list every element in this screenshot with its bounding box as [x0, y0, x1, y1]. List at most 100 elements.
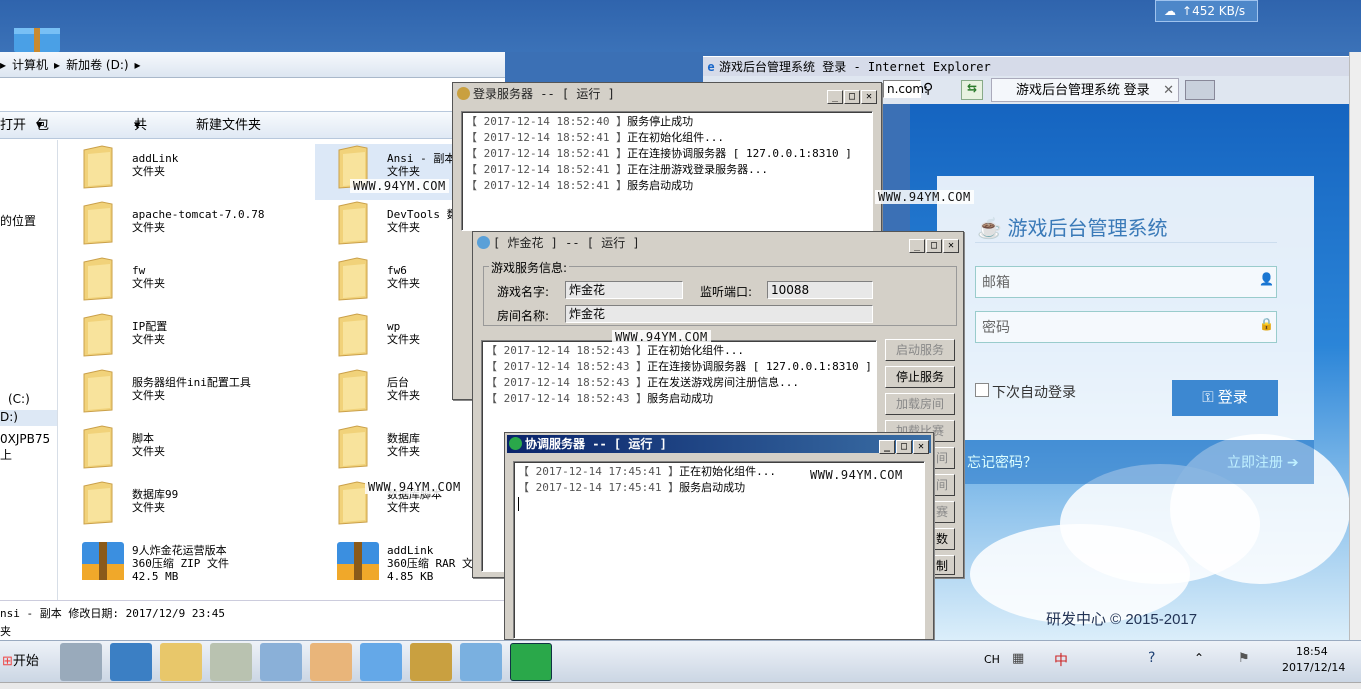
keyboard-icon[interactable]: ▦: [1012, 651, 1024, 666]
close-button[interactable]: ✕: [861, 90, 877, 104]
taskbar-login-server-icon[interactable]: [410, 643, 452, 681]
taskbar-server-manager-icon[interactable]: [60, 643, 102, 681]
ime-mode[interactable]: 中: [1054, 650, 1068, 670]
open-button[interactable]: 打开: [0, 112, 26, 138]
taskbar-ie-icon[interactable]: [360, 643, 402, 681]
refresh-icon[interactable]: ⇆: [961, 80, 983, 100]
log-line: 【 2017-12-14 18:52:41 】正在注册游戏登录服务器...: [466, 162, 868, 178]
login-button[interactable]: ⚿ 登录: [1172, 380, 1278, 416]
file-item[interactable]: fw 文件夹: [60, 256, 290, 312]
file-name: Ansi - 副本: [387, 152, 456, 165]
clock-time[interactable]: 18:54: [1296, 645, 1328, 658]
nav-item-drive-d[interactable]: D:): [0, 410, 57, 426]
share-button[interactable]: 共享 ▾: [134, 112, 147, 158]
taskbar-archive-icon[interactable]: [260, 643, 302, 681]
file-item[interactable]: 服务器组件ini配置工具 文件夹: [60, 368, 290, 424]
ie-titlebar[interactable]: e 游戏后台管理系统 登录 - Internet Explorer: [703, 56, 1349, 76]
file-type: 文件夹: [132, 501, 165, 514]
log-line: 【 2017-12-14 18:52:40 】服务停止成功: [466, 114, 868, 130]
email-input[interactable]: 邮箱: [975, 266, 1277, 298]
register-link[interactable]: 立即注册 ➔: [1227, 440, 1299, 484]
taskbar-powershell-icon[interactable]: [110, 643, 152, 681]
port-field[interactable]: 10088: [767, 281, 873, 299]
log-line: 【 2017-12-14 18:52:41 】正在初始化组件...: [466, 130, 868, 146]
maximize-button[interactable]: □: [844, 90, 860, 104]
file-size: 4.85 KB: [387, 570, 434, 583]
ie-title-text: 游戏后台管理系统 登录 - Internet Explorer: [719, 60, 991, 74]
port-label: 监听端口:: [700, 285, 753, 299]
netspeed-widget[interactable]: ☁ ↑452 KB/s: [1155, 0, 1258, 22]
file-item[interactable]: 脚本 文件夹: [60, 424, 290, 480]
close-button[interactable]: ✕: [913, 440, 929, 454]
coord-server-titlebar[interactable]: 协调服务器 -- [ 运行 ] _ □ ✕: [507, 435, 931, 454]
minimize-button[interactable]: _: [909, 239, 925, 253]
room-field[interactable]: 炸金花: [565, 305, 873, 323]
language-indicator[interactable]: CH: [984, 653, 1000, 666]
breadcrumb-sep: ▸: [54, 58, 61, 72]
page-scrollbar[interactable]: [1349, 52, 1361, 648]
file-type: 文件夹: [387, 445, 420, 458]
coord-server-log[interactable]: 【 2017-12-14 17:45:41 】正在初始化组件... 【 2017-…: [513, 461, 925, 639]
breadcrumb-drive[interactable]: 新加卷 (D:): [66, 58, 128, 72]
breadcrumb-computer[interactable]: 计算机: [12, 58, 48, 72]
taskbar-coord-server-icon[interactable]: [510, 643, 552, 681]
maximize-button[interactable]: □: [896, 440, 912, 454]
load-room-button[interactable]: 加载房间: [885, 393, 955, 415]
desktop-archive-icon[interactable]: [12, 24, 62, 52]
remember-checkbox[interactable]: [975, 383, 989, 397]
group-label: 游戏服务信息:: [489, 259, 570, 276]
cloud-icon: ☁: [1164, 4, 1176, 18]
flag-icon[interactable]: ⚑: [1238, 651, 1250, 666]
include-library-button[interactable]: 包含到库中 ▾: [36, 112, 49, 236]
game-server-titlebar[interactable]: [ 炸金花 ] -- [ 运行 ] _ □ ✕: [475, 234, 961, 253]
tab-close-icon[interactable]: ✕: [1163, 79, 1174, 101]
game-name-label: 游戏名字:: [497, 285, 550, 299]
close-button[interactable]: ✕: [943, 239, 959, 253]
minimize-button[interactable]: _: [879, 440, 895, 454]
file-type: 文件夹: [132, 221, 165, 234]
minimize-button[interactable]: _: [827, 90, 843, 104]
upload-arrow-icon: ↑: [1182, 4, 1193, 18]
start-service-button[interactable]: 启动服务: [885, 339, 955, 361]
file-name: apache-tomcat-7.0.78: [132, 208, 265, 221]
file-item[interactable]: apache-tomcat-7.0.78 文件夹: [60, 200, 290, 256]
nav-item-location[interactable]: 的位置: [0, 212, 36, 229]
game-name-field[interactable]: 炸金花: [565, 281, 683, 299]
folder-icon: [80, 424, 116, 472]
stop-service-button[interactable]: 停止服务: [885, 366, 955, 388]
taskbar-explorer-icon[interactable]: [160, 643, 202, 681]
breadcrumb[interactable]: ▸ 计算机 ▸ 新加卷 (D:) ▸: [0, 52, 505, 78]
ie-address-bar[interactable]: n.com:: [883, 80, 928, 98]
file-info: 9人炸金花运营版本 360压缩 ZIP 文件 42.5 MB: [132, 544, 229, 583]
watermark: WWW.94YM.COM: [807, 468, 906, 482]
forgot-password-link[interactable]: 忘记密码？: [967, 440, 1037, 484]
tray-expand-icon[interactable]: ⌃: [1194, 651, 1204, 665]
start-button[interactable]: ⊞开始: [2, 647, 48, 675]
password-input[interactable]: 密码: [975, 311, 1277, 343]
file-item[interactable]: IP配置 文件夹: [60, 312, 290, 368]
taskbar-java-icon[interactable]: [310, 643, 352, 681]
taskbar-game-server-icon[interactable]: [460, 643, 502, 681]
login-server-titlebar[interactable]: 登录服务器 -- [ 运行 ] _ □ ✕: [455, 85, 879, 104]
ie-tab[interactable]: 游戏后台管理系统 登录 ✕: [991, 78, 1179, 102]
clock-date[interactable]: 2017/12/14: [1282, 661, 1345, 674]
file-name: addLink: [132, 152, 179, 165]
file-item[interactable]: 数据库99 文件夹: [60, 480, 290, 536]
nav-item-network[interactable]: 0XJPB75 上: [0, 432, 57, 463]
file-name: 脚本: [132, 432, 154, 445]
new-folder-button[interactable]: 新建文件夹: [196, 112, 261, 138]
nav-item-drive-c[interactable]: (C:): [8, 392, 30, 406]
text-caret: [518, 497, 519, 511]
search-icon[interactable]: ⚲: [923, 81, 933, 97]
new-tab-button[interactable]: [1185, 80, 1215, 100]
file-item[interactable]: addLink 文件夹: [60, 144, 290, 200]
file-info: addLink 360压缩 RAR 文 4.85 KB: [387, 544, 473, 583]
watermark: WWW.94YM.COM: [875, 190, 974, 204]
help-icon[interactable]: ?: [1148, 650, 1155, 666]
file-item[interactable]: 9人炸金花运营版本 360压缩 ZIP 文件 42.5 MB: [60, 536, 290, 592]
taskbar-tools-icon[interactable]: [210, 643, 252, 681]
login-server-log[interactable]: 【 2017-12-14 18:52:40 】服务停止成功【 2017-12-1…: [461, 111, 873, 231]
watermark: WWW.94YM.COM: [612, 330, 711, 344]
log-message: 正在连接协调服务器 [ 127.0.0.1:8310 ]: [627, 147, 852, 160]
maximize-button[interactable]: □: [926, 239, 942, 253]
